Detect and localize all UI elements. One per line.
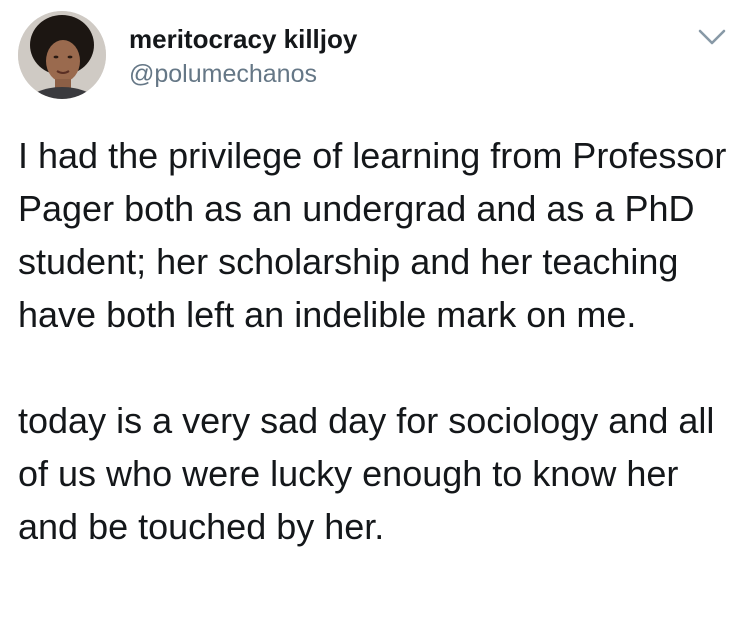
- chevron-down-icon[interactable]: [696, 26, 728, 48]
- tweet-paragraph: today is a very sad day for sociology an…: [18, 400, 715, 547]
- tweet-paragraph: I had the privilege of learning from Pro…: [18, 135, 727, 335]
- tweet-text: I had the privilege of learning from Pro…: [18, 129, 738, 553]
- user-handle[interactable]: @polumechanos: [129, 58, 317, 90]
- tweet: meritocracy killjoy @polumechanos I had …: [0, 0, 750, 633]
- avatar[interactable]: [18, 11, 106, 99]
- avatar-photo-icon: [18, 11, 106, 99]
- display-name[interactable]: meritocracy killjoy: [129, 23, 357, 55]
